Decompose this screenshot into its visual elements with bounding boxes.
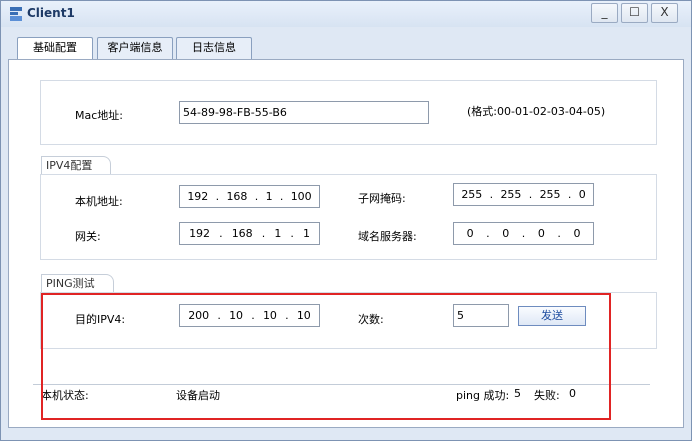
dns-server-label: 域名服务器: [358, 230, 417, 243]
ping-group-title: PING测试 [41, 274, 114, 293]
ip-octet: 0 [573, 227, 581, 240]
ip-octet: 1 [265, 190, 273, 203]
maximize-button[interactable]: ☐ [621, 3, 648, 23]
ip-octet: 168 [226, 190, 248, 203]
mac-label: Mac地址: [75, 109, 123, 122]
ip-octet: 0 [578, 188, 586, 201]
mac-group: Mac地址: 54-89-98-FB-55-B6 (格式:00-01-02-03… [40, 80, 657, 145]
ip-octet: 0 [537, 227, 545, 240]
ip-octet: 255 [539, 188, 561, 201]
mac-input[interactable]: 54-89-98-FB-55-B6 [179, 101, 429, 124]
tab-basic-config[interactable]: 基础配置 [17, 37, 93, 60]
minimize-button[interactable]: _ [591, 3, 618, 23]
app-icon [10, 7, 22, 21]
ip-octet: 255 [500, 188, 522, 201]
dns-server-input[interactable]: 0. 0. 0. 0 [453, 222, 594, 245]
gateway-input[interactable]: 192. 168. 1. 1 [179, 222, 320, 245]
host-address-label: 本机地址: [75, 195, 123, 208]
ip-octet: 168 [231, 227, 253, 240]
title-bar[interactable]: Client1 _ ☐ X [1, 1, 691, 27]
mac-format-hint: (格式:00-01-02-03-04-05) [467, 105, 606, 118]
subnet-mask-input[interactable]: 255. 255. 255. 0 [453, 183, 594, 206]
ip-octet: 1 [302, 227, 310, 240]
close-button[interactable]: X [651, 3, 678, 23]
ipv4-group-title: IPV4配置 [41, 156, 112, 175]
ipv4-group: 本机地址: 192. 168. 1. 100 子网掩码: 255. 255. 2… [40, 174, 657, 260]
red-highlight-box [41, 293, 611, 420]
host-address-input[interactable]: 192. 168. 1. 100 [179, 185, 320, 208]
ip-octet: 0 [466, 227, 474, 240]
ip-octet: 1 [274, 227, 282, 240]
ip-octet: 192 [187, 190, 209, 203]
ip-octet: 100 [290, 190, 312, 203]
ip-octet: 255 [461, 188, 483, 201]
subnet-mask-label: 子网掩码: [358, 192, 406, 205]
ip-octet: 192 [189, 227, 211, 240]
client-window: Client1 _ ☐ X 基础配置 客户端信息 日志信息 Mac地址: 54-… [0, 0, 692, 441]
tab-client-info[interactable]: 客户端信息 [97, 37, 173, 59]
window-title: Client1 [27, 6, 75, 20]
ip-octet: 0 [502, 227, 510, 240]
tab-log-info[interactable]: 日志信息 [176, 37, 252, 59]
gateway-label: 网关: [75, 230, 101, 243]
